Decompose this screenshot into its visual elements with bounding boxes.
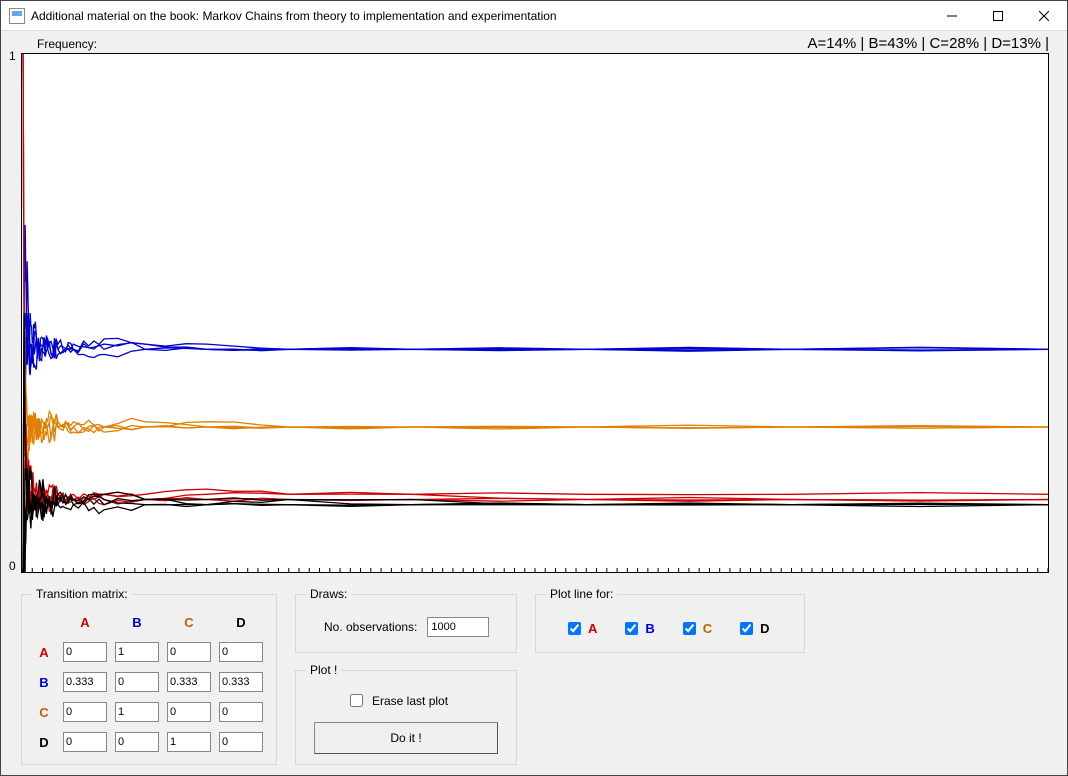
controls-row: Transition matrix: ABCDABCD Draws: No. o… bbox=[21, 587, 1049, 765]
tm-row-header-B: B bbox=[39, 675, 48, 690]
plotline-label-C: C bbox=[703, 621, 712, 636]
draws-legend: Draws: bbox=[306, 587, 351, 601]
tm-col-header-C: C bbox=[184, 615, 193, 630]
window-title: Additional material on the book: Markov … bbox=[31, 9, 557, 23]
plot-line-group: Plot line for: A B C D bbox=[535, 587, 805, 653]
tm-col-header-B: B bbox=[132, 615, 141, 630]
plotline-checkbox-C[interactable] bbox=[683, 622, 696, 635]
chart-series-B-run3 bbox=[23, 54, 1048, 373]
chart-series-B-run2 bbox=[23, 261, 1048, 572]
y-axis-label: Frequency: bbox=[37, 37, 97, 51]
tm-cell-D-A[interactable] bbox=[63, 732, 107, 752]
close-button[interactable] bbox=[1021, 1, 1067, 30]
do-it-button[interactable]: Do it ! bbox=[314, 722, 498, 754]
maximize-icon bbox=[993, 11, 1003, 21]
chart-series-D-run1 bbox=[23, 468, 1048, 572]
chart-series-D-run4 bbox=[23, 313, 1048, 572]
plotline-label-B: B bbox=[645, 621, 654, 636]
chart-svg bbox=[22, 54, 1048, 572]
tm-cell-B-C[interactable] bbox=[167, 672, 211, 692]
tm-cell-A-C[interactable] bbox=[167, 642, 211, 662]
tm-cell-D-D[interactable] bbox=[219, 732, 263, 752]
plot-action-legend: Plot ! bbox=[306, 663, 341, 677]
plot-line-legend: Plot line for: bbox=[546, 587, 617, 601]
chart-series-A-run2 bbox=[23, 54, 1048, 512]
plotline-label-A: A bbox=[588, 621, 597, 636]
chart-series-C-run3 bbox=[23, 412, 1048, 572]
tm-col-header-D: D bbox=[236, 615, 245, 630]
tm-cell-B-B[interactable] bbox=[115, 672, 159, 692]
minimize-button[interactable] bbox=[929, 1, 975, 30]
plot-action-group: Plot ! Erase last plot Do it ! bbox=[295, 663, 517, 765]
chart-series-B-run4 bbox=[23, 313, 1048, 572]
tm-cell-D-C[interactable] bbox=[167, 732, 211, 752]
chart-series-B-run1 bbox=[23, 54, 1048, 365]
chart-series-C-run4 bbox=[23, 54, 1048, 442]
observations-label: No. observations: bbox=[324, 620, 417, 634]
minimize-icon bbox=[947, 11, 957, 21]
tm-cell-B-A[interactable] bbox=[63, 672, 107, 692]
y-tick-max: 1 bbox=[9, 49, 16, 63]
tm-cell-C-C[interactable] bbox=[167, 702, 211, 722]
close-icon bbox=[1039, 11, 1049, 21]
tm-row-header-A: A bbox=[39, 645, 48, 660]
plotline-checkbox-B[interactable] bbox=[625, 622, 638, 635]
tm-row-header-C: C bbox=[39, 705, 48, 720]
tm-cell-C-A[interactable] bbox=[63, 702, 107, 722]
tm-cell-C-D[interactable] bbox=[219, 702, 263, 722]
titlebar: Additional material on the book: Markov … bbox=[1, 1, 1067, 31]
observations-input[interactable] bbox=[427, 617, 489, 637]
client-area: A=14% | B=43% | C=28% | D=13% | Frequenc… bbox=[1, 31, 1067, 775]
chart-series-A-run4 bbox=[23, 461, 1048, 572]
plot-area bbox=[21, 53, 1049, 573]
app-icon bbox=[9, 8, 25, 24]
tm-cell-B-D[interactable] bbox=[219, 672, 263, 692]
tm-cell-C-B[interactable] bbox=[115, 702, 159, 722]
tm-cell-A-A[interactable] bbox=[63, 642, 107, 662]
maximize-button[interactable] bbox=[975, 1, 1021, 30]
chart-series-C-run2 bbox=[23, 313, 1048, 572]
plotline-checkbox-D[interactable] bbox=[740, 622, 753, 635]
chart-series-D-run2 bbox=[23, 468, 1048, 573]
plotline-checkbox-A[interactable] bbox=[568, 622, 581, 635]
draws-group: Draws: No. observations: bbox=[295, 587, 517, 653]
tm-cell-D-B[interactable] bbox=[115, 732, 159, 752]
erase-last-plot-checkbox[interactable] bbox=[350, 694, 363, 707]
plotline-label-D: D bbox=[760, 621, 769, 636]
status-line: A=14% | B=43% | C=28% | D=13% | bbox=[807, 35, 1049, 52]
tm-cell-A-B[interactable] bbox=[115, 642, 159, 662]
tm-col-header-A: A bbox=[80, 615, 89, 630]
chart-series-A-run1 bbox=[23, 313, 1048, 572]
tm-row-header-D: D bbox=[39, 735, 48, 750]
app-window: Additional material on the book: Markov … bbox=[0, 0, 1068, 776]
tm-cell-A-D[interactable] bbox=[219, 642, 263, 662]
transition-matrix-legend: Transition matrix: bbox=[32, 587, 132, 601]
transition-matrix-group: Transition matrix: ABCDABCD bbox=[21, 587, 277, 765]
chart-series-D-run3 bbox=[23, 468, 1048, 572]
chart-series-A-run3 bbox=[23, 481, 1048, 572]
erase-last-plot-label: Erase last plot bbox=[372, 694, 448, 708]
y-tick-min: 0 bbox=[9, 559, 16, 573]
